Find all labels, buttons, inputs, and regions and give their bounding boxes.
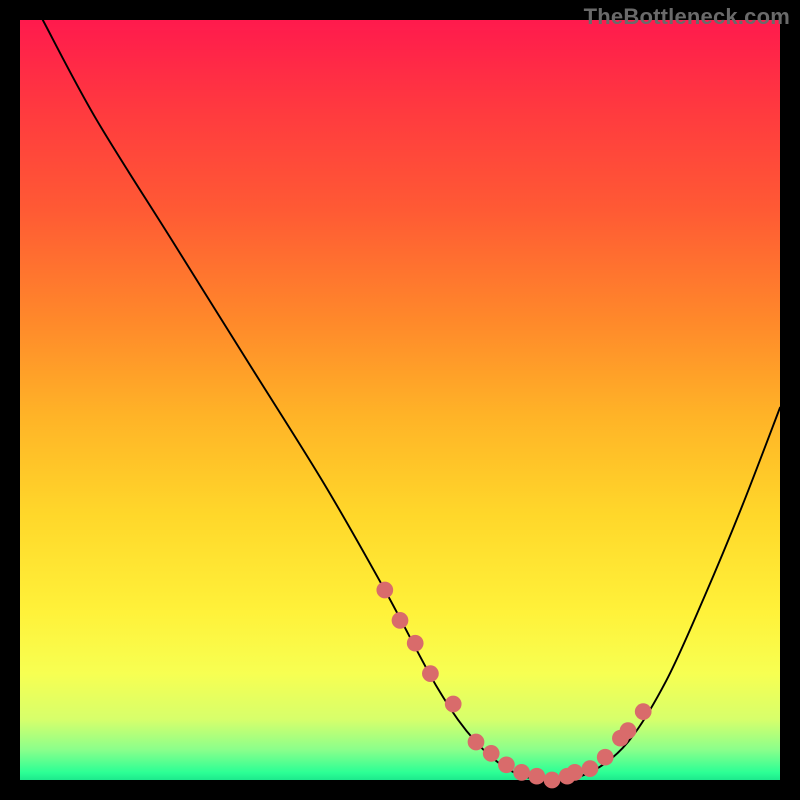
highlight-point [445,696,462,713]
highlight-point [376,582,393,599]
highlight-point [635,703,652,720]
highlight-point [422,665,439,682]
highlight-point [528,768,545,785]
highlight-point [468,734,485,751]
chart-frame: TheBottleneck.com [0,0,800,800]
highlight-point [407,635,424,652]
plot-area [20,20,780,780]
bottleneck-curve [43,20,780,780]
chart-svg [20,20,780,780]
watermark-text: TheBottleneck.com [584,4,790,30]
highlight-point [513,764,530,781]
highlight-point [544,772,561,789]
highlight-markers [376,582,651,789]
highlight-point [620,722,637,739]
highlight-point [498,756,515,773]
highlight-point [566,764,583,781]
highlight-point [597,749,614,766]
highlight-point [582,760,599,777]
highlight-point [483,745,500,762]
highlight-point [392,612,409,629]
